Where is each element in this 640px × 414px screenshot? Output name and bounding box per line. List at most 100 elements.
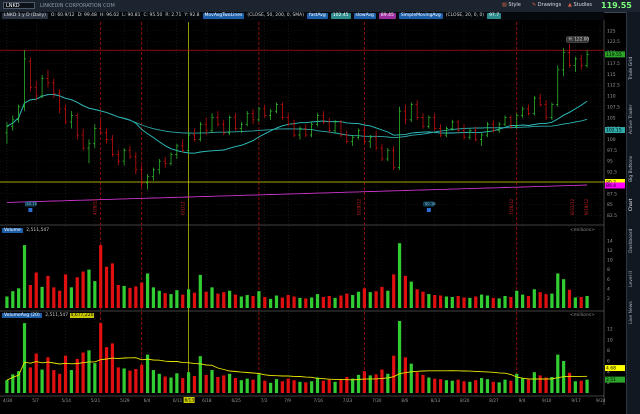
volume-avg-bar[interactable] [351,378,355,393]
volume-avg-bar[interactable] [245,378,249,393]
volume-avg-bar[interactable] [198,356,202,393]
volume-bar[interactable] [515,290,519,308]
volume-avg-bar[interactable] [468,381,472,393]
volume-bar[interactable] [192,292,197,308]
volume-avg-bar[interactable] [28,367,32,393]
volume-avg-bar[interactable] [356,374,361,393]
volume-bar[interactable] [239,296,243,308]
volume-avg-bar[interactable] [339,379,343,393]
volume-avg-bar[interactable] [397,321,402,393]
volume-bar[interactable] [462,297,466,308]
volume-bar[interactable] [104,266,109,308]
volume-avg-bar[interactable] [304,382,308,393]
volume-avg-bar[interactable] [87,350,91,393]
volume-bar[interactable] [274,295,279,308]
volume-bar[interactable] [151,287,156,308]
volume-bar[interactable] [269,298,273,308]
volume-bar[interactable] [485,295,490,308]
volume-avg-bar[interactable] [116,367,120,393]
volume-bar[interactable] [116,284,120,308]
volume-bar[interactable] [245,295,249,308]
volume-avg-bar[interactable] [93,363,97,393]
volume-bar[interactable] [456,296,460,308]
volume-avg-bar[interactable] [438,379,443,393]
volume-bar[interactable] [122,285,126,308]
volume-avg-bar[interactable] [427,377,431,393]
volume-avg-bar[interactable] [263,380,267,393]
volume-avg-bar[interactable] [151,370,156,393]
volume-avg-bar[interactable] [433,378,437,393]
dividend-icon[interactable] [426,208,431,212]
volume-bar[interactable] [356,291,361,308]
volume-avg-bar[interactable] [362,371,367,393]
volume-avg-bar[interactable] [5,380,9,393]
volume-bar[interactable] [556,273,560,308]
volume-bar[interactable] [134,286,138,308]
volume-avg-bar[interactable] [140,364,144,393]
volume-bar[interactable] [345,293,349,308]
volume-avg-bar[interactable] [497,382,501,393]
volume-bar[interactable] [292,296,296,308]
volume-avg-bar[interactable] [526,379,531,393]
volume-avg-bar[interactable] [374,374,378,393]
volume-bar[interactable] [315,294,320,308]
volume-bar[interactable] [368,292,372,308]
volume-bar[interactable] [403,275,408,308]
volume-bar[interactable] [333,297,337,308]
volume-avg-bar[interactable] [99,323,103,393]
volume-bar[interactable] [433,295,437,308]
volume-bar[interactable] [526,296,531,308]
volume-bar[interactable] [186,289,191,308]
volume-bar[interactable] [63,274,68,308]
volume-avg-bar[interactable] [145,354,150,393]
volume-avg-bar[interactable] [134,369,138,393]
volume-bar[interactable] [339,295,343,308]
tab-big-buttons[interactable]: Big Buttons [629,148,639,190]
volume-bar[interactable] [58,290,62,308]
volume-avg-bar[interactable] [128,370,132,393]
volume-avg-bar[interactable] [22,323,27,393]
volume-avg-bar[interactable] [222,375,226,393]
volume-avg-bar[interactable] [573,381,577,393]
volume-avg-bar[interactable] [81,352,85,393]
volume-avg-bar[interactable] [157,373,161,393]
volume-bar[interactable] [157,290,161,308]
volume-avg-bar[interactable] [69,370,74,393]
volume-avg-bar[interactable] [204,374,208,393]
volume-bar[interactable] [175,290,179,308]
dividend-marker[interactable]: $0.16 [425,201,436,206]
volume-bar[interactable] [550,293,554,308]
volume-bar[interactable] [251,296,255,308]
volume-bar[interactable] [204,291,208,308]
volume-avg-bar[interactable] [280,381,284,393]
volume-avg-bar[interactable] [181,378,185,393]
volume-bar[interactable] [40,286,44,308]
volume-bar[interactable] [386,290,390,308]
volume-avg-bar[interactable] [175,373,179,393]
volume-bar[interactable] [17,288,21,308]
volume-bar[interactable] [362,288,367,308]
volume-bar[interactable] [69,287,74,308]
volume-avg-bar[interactable] [544,377,548,393]
volume-avg-bar[interactable] [491,381,495,393]
volume-bar[interactable] [374,291,378,308]
volume-avg-bar[interactable] [298,381,302,393]
volume-avg-bar[interactable] [479,378,484,393]
volume-bar[interactable] [298,297,302,308]
volume-avg-bar[interactable] [216,377,220,393]
volume-bar[interactable] [479,294,484,308]
volume-bar[interactable] [327,296,331,308]
volume-avg-bar[interactable] [321,380,325,393]
volume-avg-bar[interactable] [239,380,243,393]
volume-bar[interactable] [11,291,15,308]
volume-bar[interactable] [286,295,290,308]
volume-avg-bar[interactable] [110,343,115,393]
volume-avg-bar[interactable] [415,372,419,393]
tab-trade-grid[interactable]: Trade Grid [629,46,639,90]
volume-bar[interactable] [503,296,507,308]
volume-avg-bar[interactable] [52,370,56,393]
volume-avg-bar[interactable] [251,379,255,393]
volume-avg-bar[interactable] [104,347,109,393]
volume-avg-bar[interactable] [585,379,589,393]
volume-avg-bar[interactable] [538,375,542,393]
